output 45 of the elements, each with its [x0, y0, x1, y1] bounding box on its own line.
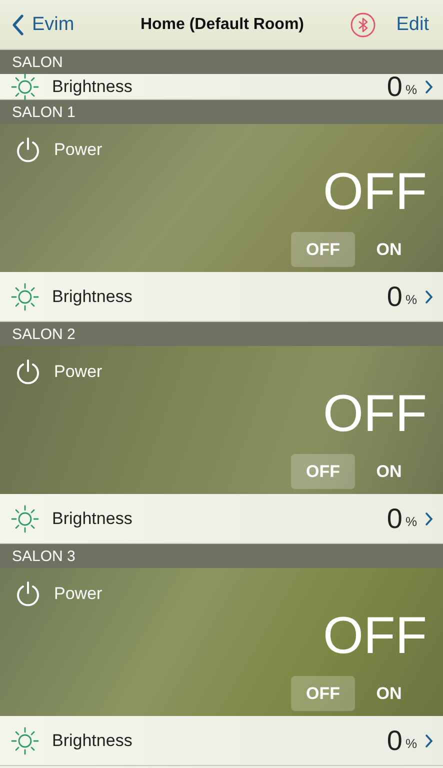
power-option[interactable]: ON [357, 454, 421, 489]
power-label: Power [54, 362, 102, 382]
section-title: SALON [12, 54, 63, 70]
brightness-unit: % [405, 82, 417, 97]
brightness-value: 0 [386, 502, 402, 534]
brightness-unit: % [405, 736, 417, 751]
power-label: Power [54, 140, 102, 160]
brightness-row[interactable]: Brightness 0% [0, 494, 443, 544]
power-option[interactable]: OFF [291, 676, 355, 711]
chevron-icon [425, 512, 433, 526]
sun-icon [10, 726, 40, 756]
brightness-unit: % [405, 514, 417, 529]
brightness-row[interactable]: Brightness 0% [0, 716, 443, 766]
brightness-row[interactable]: Brightness 0% [0, 272, 443, 322]
back-button[interactable]: Evim [12, 14, 74, 36]
power-state: OFF [323, 384, 427, 445]
power-icon [14, 580, 42, 608]
power-icon [14, 136, 42, 164]
brightness-label: Brightness [52, 508, 134, 528]
power-icon [14, 358, 42, 386]
power-state: OFF [323, 162, 427, 223]
brightness-unit: % [405, 292, 417, 307]
brightness-row[interactable]: Brightness 0% [0, 74, 443, 100]
power-option[interactable]: ON [357, 676, 421, 711]
section-title: SALON 1 [12, 104, 76, 120]
edit-button[interactable]: Edit [396, 14, 429, 36]
power-label: Power [54, 584, 102, 604]
brightness-value: 0 [386, 724, 402, 756]
section-title: SALON 2 [12, 326, 76, 342]
back-chevron-icon [12, 14, 24, 36]
section-title: SALON 3 [12, 548, 76, 564]
sun-icon [10, 282, 40, 312]
power-option[interactable]: ON [357, 232, 421, 267]
brightness-value: 0 [386, 280, 402, 312]
brightness-label: Brightness [52, 76, 134, 96]
power-state: OFF [323, 606, 427, 667]
chevron-icon [425, 290, 433, 304]
chevron-icon [425, 80, 433, 94]
sun-icon [10, 72, 40, 102]
bluetooth-icon[interactable] [350, 12, 376, 38]
sun-icon [10, 504, 40, 534]
chevron-icon [425, 734, 433, 748]
screen-title: Home (Default Room) [139, 16, 306, 34]
brightness-label: Brightness [52, 730, 134, 750]
brightness-label: Brightness [52, 286, 134, 306]
